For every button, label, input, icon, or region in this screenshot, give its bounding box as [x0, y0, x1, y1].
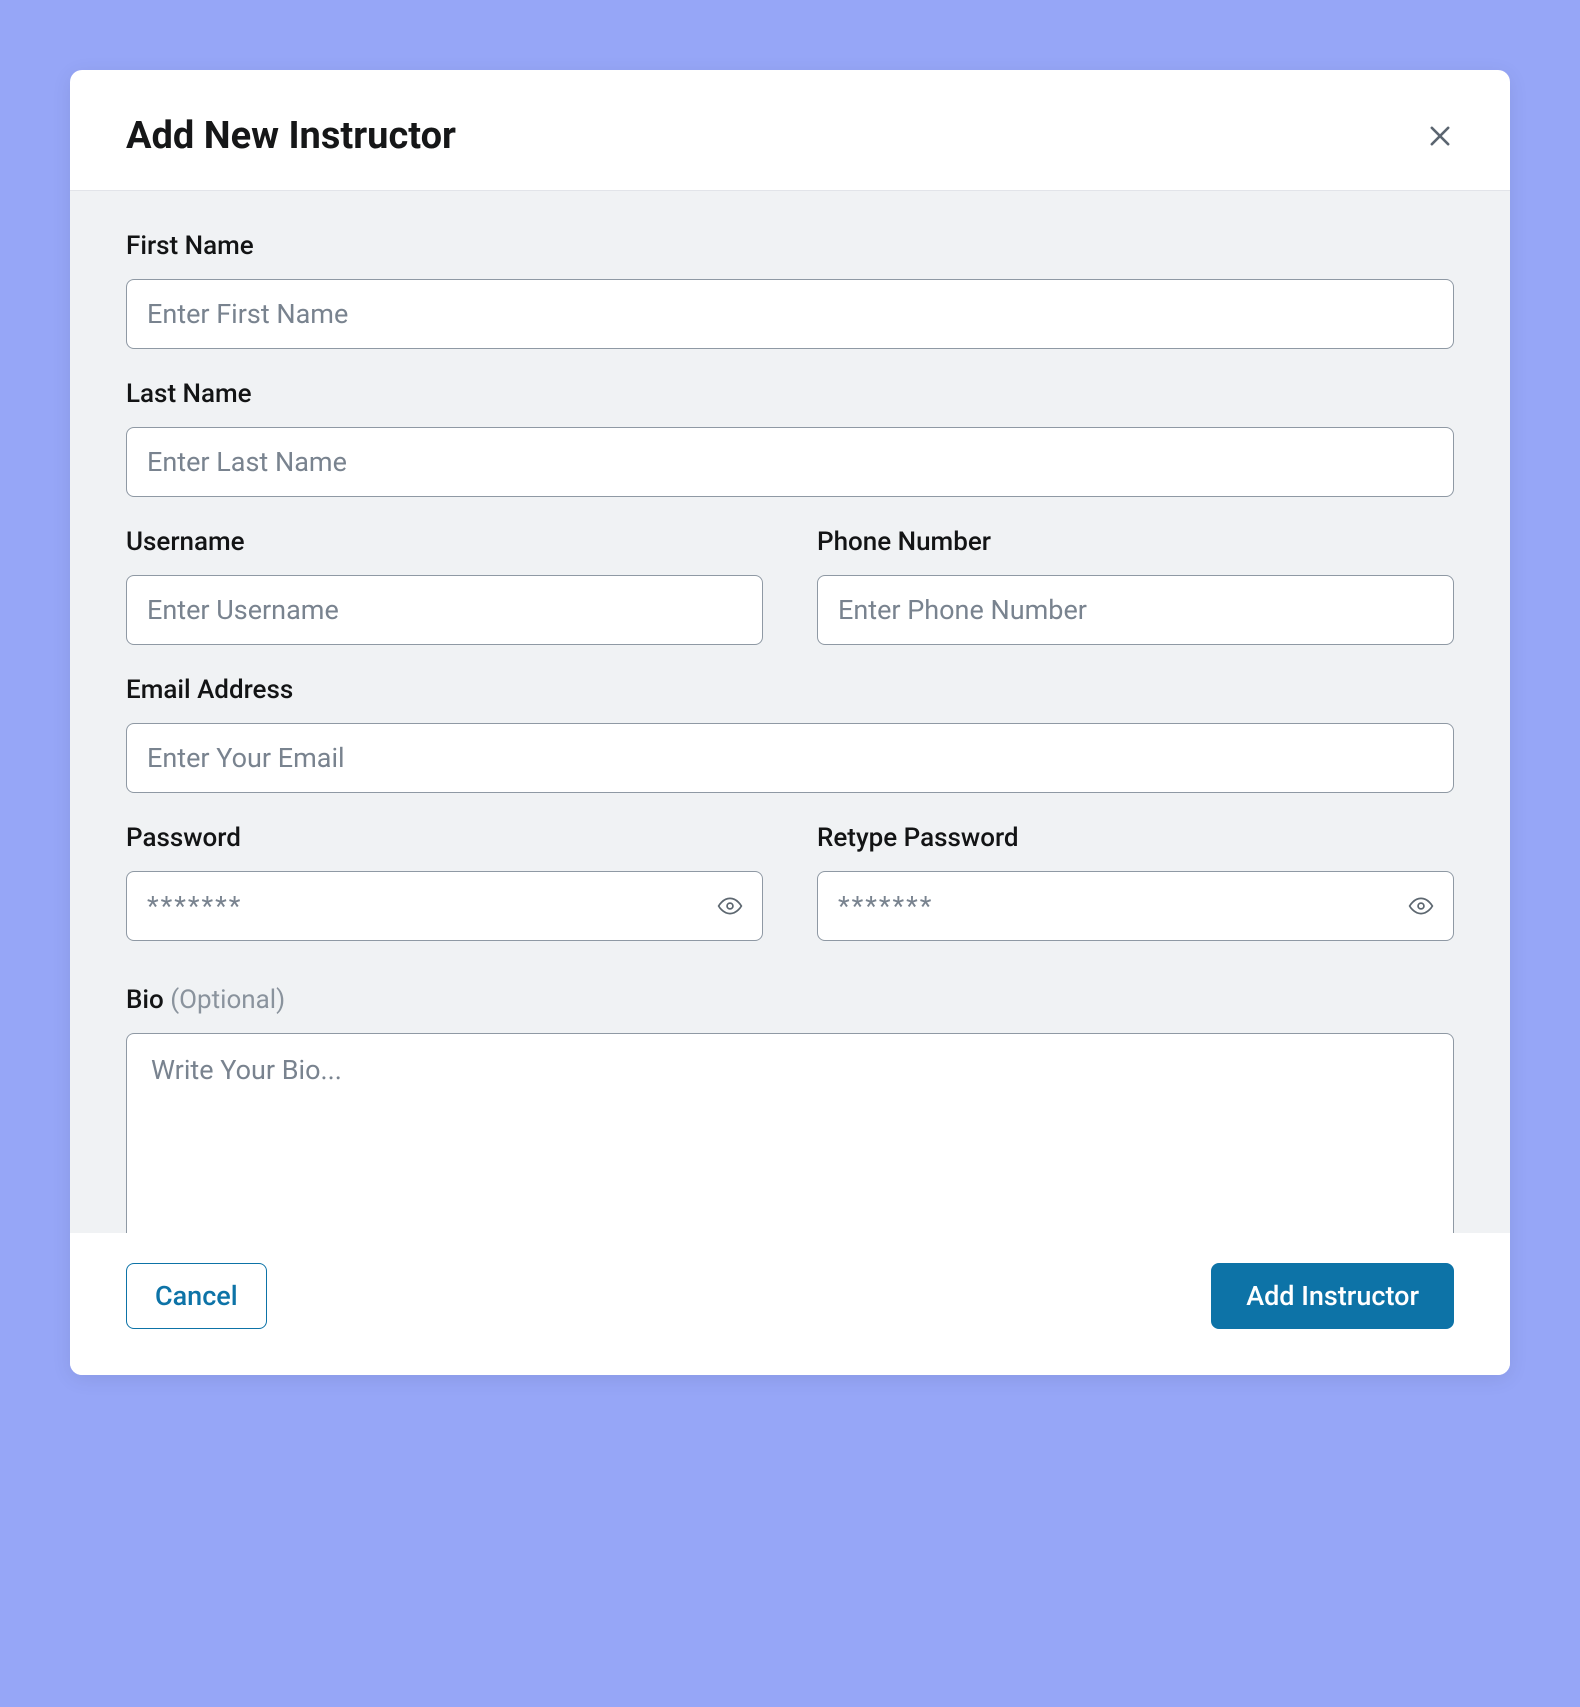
- modal-footer: Cancel Add Instructor: [70, 1233, 1510, 1375]
- password-wrapper: [126, 871, 763, 941]
- password-label: Password: [126, 823, 763, 853]
- first-name-group: First Name: [126, 231, 1454, 349]
- last-name-label: Last Name: [126, 379, 1454, 409]
- modal-header: Add New Instructor: [70, 70, 1510, 191]
- last-name-group: Last Name: [126, 379, 1454, 497]
- retype-password-input[interactable]: [817, 871, 1454, 941]
- bio-group: Bio (Optional): [126, 985, 1454, 1233]
- eye-icon[interactable]: [1408, 893, 1434, 919]
- eye-icon[interactable]: [717, 893, 743, 919]
- bio-optional-text: (Optional): [170, 985, 285, 1015]
- first-name-input[interactable]: [126, 279, 1454, 349]
- password-group: Password: [126, 823, 763, 941]
- retype-password-wrapper: [817, 871, 1454, 941]
- add-instructor-modal: Add New Instructor First Name Last Name …: [70, 70, 1510, 1375]
- phone-group: Phone Number: [817, 527, 1454, 645]
- close-icon[interactable]: [1426, 122, 1454, 150]
- password-input[interactable]: [126, 871, 763, 941]
- last-name-input[interactable]: [126, 427, 1454, 497]
- bio-label: Bio (Optional): [126, 985, 1454, 1015]
- modal-title: Add New Instructor: [126, 114, 456, 158]
- retype-password-label: Retype Password: [817, 823, 1454, 853]
- retype-password-group: Retype Password: [817, 823, 1454, 941]
- first-name-label: First Name: [126, 231, 1454, 261]
- add-instructor-button[interactable]: Add Instructor: [1211, 1263, 1454, 1329]
- cancel-button[interactable]: Cancel: [126, 1263, 267, 1329]
- phone-label: Phone Number: [817, 527, 1454, 557]
- username-group: Username: [126, 527, 763, 645]
- bio-textarea[interactable]: [126, 1033, 1454, 1233]
- modal-body: First Name Last Name Username Phone Numb…: [70, 191, 1510, 1233]
- username-label: Username: [126, 527, 763, 557]
- email-input[interactable]: [126, 723, 1454, 793]
- phone-input[interactable]: [817, 575, 1454, 645]
- email-group: Email Address: [126, 675, 1454, 793]
- username-input[interactable]: [126, 575, 763, 645]
- email-label: Email Address: [126, 675, 1454, 705]
- bio-label-text: Bio: [126, 985, 170, 1015]
